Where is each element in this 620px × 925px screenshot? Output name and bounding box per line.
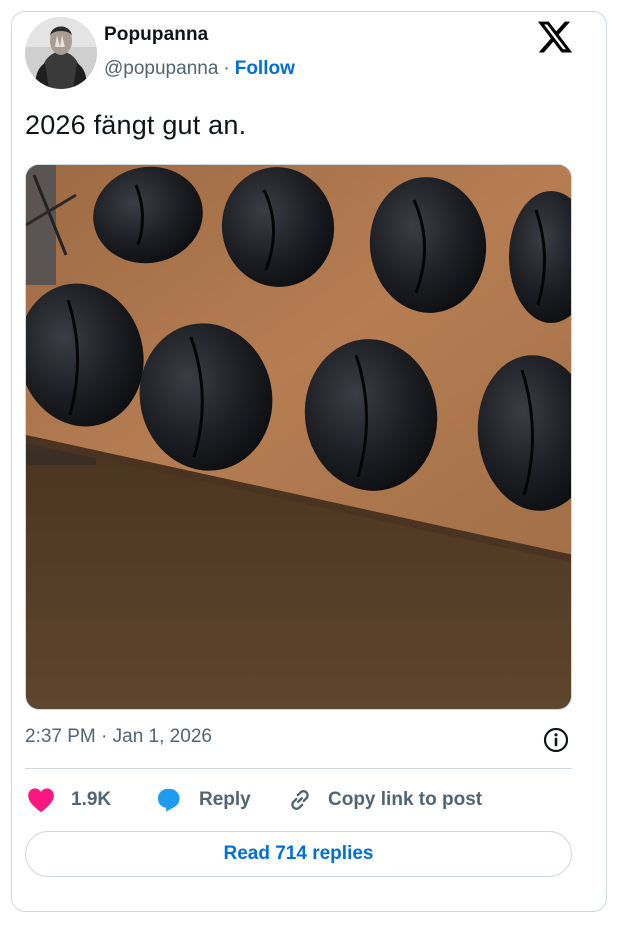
- tweet-text: 2026 fängt gut an.: [25, 110, 247, 140]
- speech-bubble-icon: [158, 788, 180, 812]
- like-button[interactable]: 1.9K: [27, 782, 111, 818]
- tweet-photo[interactable]: [25, 164, 572, 710]
- photo-burnt-bread-rolls: [26, 165, 571, 709]
- reply-label: Reply: [199, 789, 251, 810]
- copy-link-label: Copy link to post: [328, 789, 483, 810]
- follow-button[interactable]: Follow: [235, 58, 295, 79]
- info-icon[interactable]: [542, 726, 570, 754]
- like-count: 1.9K: [71, 789, 112, 810]
- heart-icon: [28, 788, 54, 813]
- tweet-timestamp[interactable]: 2:37 PM · Jan 1, 2026: [25, 726, 212, 748]
- copy-link-button[interactable]: Copy link to post: [286, 782, 482, 818]
- author-handle[interactable]: @popupanna: [104, 58, 218, 79]
- x-logo-icon[interactable]: [536, 18, 574, 56]
- avatar-photo: [25, 17, 97, 89]
- reply-button[interactable]: Reply: [154, 782, 251, 818]
- divider: [25, 768, 572, 769]
- avatar[interactable]: [25, 17, 97, 89]
- author-name[interactable]: Popupanna: [104, 24, 208, 46]
- link-icon: [291, 790, 309, 810]
- author-handle-row: @popupanna · Follow: [104, 58, 295, 80]
- read-replies-button[interactable]: Read 714 replies: [25, 831, 572, 877]
- separator-dot: ·: [223, 58, 230, 79]
